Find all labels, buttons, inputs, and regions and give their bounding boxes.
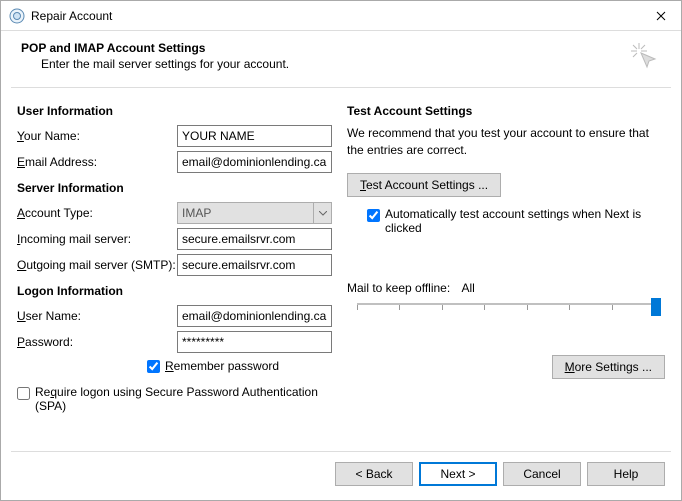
slider-thumb[interactable]: [651, 298, 661, 316]
mail-keep-slider[interactable]: [347, 301, 665, 321]
server-information-heading: Server Information: [17, 181, 335, 195]
auto-test-checkbox[interactable]: [367, 209, 380, 222]
help-button[interactable]: Help: [587, 462, 665, 486]
mail-to-keep-offline: Mail to keep offline: All: [347, 281, 665, 321]
header: POP and IMAP Account Settings Enter the …: [1, 31, 681, 79]
titlebar: Repair Account: [1, 1, 681, 31]
app-icon: [9, 8, 25, 24]
require-spa-label: Require logon using Secure Password Auth…: [35, 385, 335, 413]
incoming-server-label: Incoming mail server:: [17, 232, 177, 246]
your-name-label: Your Name:: [17, 129, 177, 143]
logon-information-heading: Logon Information: [17, 284, 335, 298]
your-name-input[interactable]: [177, 125, 332, 147]
test-account-settings-heading: Test Account Settings: [347, 104, 665, 118]
remember-password-label: Remember password: [165, 359, 279, 373]
user-name-label: User Name:: [17, 309, 177, 323]
outgoing-server-label: Outgoing mail server (SMTP):: [17, 258, 177, 272]
user-information-heading: User Information: [17, 104, 335, 118]
remember-password-checkbox[interactable]: [147, 360, 160, 373]
mail-keep-label: Mail to keep offline:: [347, 281, 450, 295]
window-title: Repair Account: [31, 9, 641, 23]
password-input[interactable]: [177, 331, 332, 353]
content-area: User Information Your Name: Email Addres…: [1, 88, 681, 451]
more-settings-button[interactable]: More Settings ...: [552, 355, 665, 379]
cursor-star-icon: [629, 41, 661, 73]
repair-account-window: Repair Account POP and IMAP Account Sett…: [0, 0, 682, 501]
account-type-select: [177, 202, 332, 224]
outgoing-server-input[interactable]: [177, 254, 332, 276]
close-button[interactable]: [641, 1, 681, 31]
cancel-button[interactable]: Cancel: [503, 462, 581, 486]
user-name-input[interactable]: [177, 305, 332, 327]
account-type-label: Account Type:: [17, 206, 177, 220]
email-address-input[interactable]: [177, 151, 332, 173]
next-button[interactable]: Next >: [419, 462, 497, 486]
left-column: User Information Your Name: Email Addres…: [17, 102, 335, 441]
recommend-text: We recommend that you test your account …: [347, 125, 665, 159]
email-address-label: Email Address:: [17, 155, 177, 169]
footer-buttons: < Back Next > Cancel Help: [1, 452, 681, 500]
auto-test-label: Automatically test account settings when…: [385, 207, 665, 235]
right-column: Test Account Settings We recommend that …: [347, 102, 665, 441]
header-subtitle: Enter the mail server settings for your …: [21, 57, 629, 71]
require-spa-checkbox[interactable]: [17, 387, 30, 400]
header-title: POP and IMAP Account Settings: [21, 41, 629, 55]
test-account-settings-button[interactable]: Test Account Settings ...: [347, 173, 501, 197]
mail-keep-value: All: [462, 281, 475, 295]
back-button[interactable]: < Back: [335, 462, 413, 486]
incoming-server-input[interactable]: [177, 228, 332, 250]
password-label: Password:: [17, 335, 177, 349]
